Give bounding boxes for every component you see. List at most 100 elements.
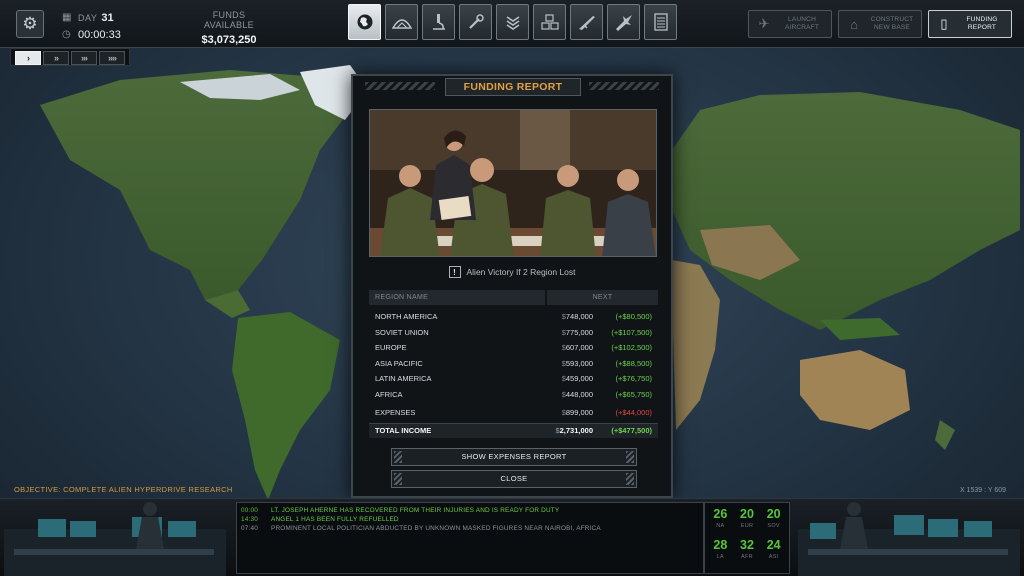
region-funding: 459,000 bbox=[565, 374, 593, 384]
total-income-amount: 2,731,000 bbox=[559, 426, 593, 436]
warning-icon: ! bbox=[448, 266, 461, 278]
count-value: 26 bbox=[713, 507, 728, 521]
main-nav-tabs bbox=[348, 4, 677, 40]
region-funding: 607,000 bbox=[565, 343, 593, 353]
tab-aircraft[interactable] bbox=[607, 4, 640, 40]
tab-geoscape[interactable] bbox=[348, 4, 381, 40]
crane-icon: ⌂ bbox=[850, 16, 858, 32]
expenses-next-change: (+$44,000) bbox=[615, 408, 653, 418]
event-log[interactable]: 00:00 LT. JOSEPH AHERNE HAS RECOVERED FR… bbox=[236, 502, 704, 574]
tab-hangar[interactable] bbox=[385, 4, 418, 40]
count-region: SOV bbox=[767, 523, 780, 529]
tab-armory[interactable] bbox=[570, 4, 603, 40]
cursor-coordinates: X 1539 : Y 609 bbox=[959, 487, 1006, 494]
table-row: SOVIET UNION $775,000 (+$107,500) bbox=[369, 325, 658, 341]
africa-landmass bbox=[672, 260, 720, 430]
funding-report-label-1: FUNDING bbox=[966, 16, 998, 23]
settings-gear-icon[interactable]: ⚙ bbox=[16, 10, 44, 38]
speed-1-button[interactable]: › bbox=[15, 51, 41, 65]
region-count-afr: 32 AFR bbox=[734, 538, 761, 569]
region-name: ASIA PACIFIC bbox=[375, 358, 423, 368]
region-count-asi: 24 ASI bbox=[760, 538, 787, 569]
count-region: LA bbox=[716, 554, 724, 560]
region-next-change: (+$88,500) bbox=[615, 358, 653, 368]
expenses-row: EXPENSES $899,000 (+$44,000) bbox=[369, 405, 658, 421]
count-value: 28 bbox=[713, 538, 728, 552]
funding-report-dialog: FUNDING REPORT ! Alien Victory If 2 Regi… bbox=[351, 74, 673, 498]
right-operator-console-art bbox=[798, 502, 1020, 576]
log-time: 00:00 bbox=[241, 507, 258, 514]
new-zealand-landmass bbox=[935, 420, 955, 450]
base-grid-icon bbox=[540, 14, 559, 30]
north-america-landmass bbox=[40, 70, 350, 300]
funding-table: REGION NAME NEXT NORTH AMERICA $748,000 … bbox=[369, 290, 658, 438]
region-next-change: (+$76,750) bbox=[615, 374, 653, 384]
region-funding: 593,000 bbox=[565, 358, 593, 368]
hangar-icon bbox=[391, 19, 412, 29]
log-time: 14:30 bbox=[241, 516, 258, 523]
log-message: LT. JOSEPH AHERNE HAS RECOVERED FROM THE… bbox=[271, 507, 560, 514]
speed-3-button[interactable]: ››› bbox=[71, 51, 97, 65]
alien-victory-warning: ! Alien Victory If 2 Region Lost bbox=[353, 266, 671, 278]
clock-icon: ◷ bbox=[62, 29, 71, 40]
region-name: NORTH AMERICA bbox=[375, 312, 438, 322]
region-next-change: (+$65,750) bbox=[615, 389, 653, 399]
speed-4-button[interactable]: ›››› bbox=[99, 51, 125, 65]
microscope-icon bbox=[432, 14, 445, 30]
table-header: REGION NAME NEXT bbox=[369, 290, 658, 305]
region-name: AFRICA bbox=[375, 389, 403, 399]
count-value: 20 bbox=[740, 507, 754, 521]
tab-engineering[interactable] bbox=[459, 4, 492, 40]
day-value: 31 bbox=[101, 11, 114, 24]
total-next-change: (+$477,500) bbox=[611, 426, 652, 436]
tab-research[interactable] bbox=[422, 4, 455, 40]
region-count-eur: 20 EUR bbox=[734, 507, 761, 538]
date-time-display: ▦ DAY 31 ◷ 00:00:33 bbox=[62, 10, 182, 44]
phone-icon: ▯ bbox=[940, 16, 948, 31]
left-operator-console-art bbox=[4, 502, 226, 576]
region-name: EUROPE bbox=[375, 343, 407, 353]
council-illustration bbox=[369, 109, 657, 257]
time-speed-controls: › ›› ››› ›››› bbox=[10, 48, 130, 66]
speed-2-button[interactable]: ›› bbox=[43, 51, 69, 65]
tab-base[interactable] bbox=[533, 4, 566, 40]
eurasia-landmass bbox=[672, 92, 1020, 330]
objective-text: OBJECTIVE: COMPLETE ALIEN HYPERDRIVE RES… bbox=[14, 485, 233, 494]
indonesia-landmass bbox=[820, 318, 900, 340]
show-expenses-report-button[interactable]: SHOW EXPENSES REPORT bbox=[391, 448, 637, 466]
region-funding: 775,000 bbox=[565, 327, 593, 337]
funds-display: FUNDS AVAILABLE $3,073,250 bbox=[190, 10, 268, 46]
construct-base-button[interactable]: ⌂ CONSTRUCT NEW BASE bbox=[838, 10, 922, 38]
day-label: DAY bbox=[78, 12, 98, 23]
region-count-sov: 20 SOV bbox=[760, 507, 787, 538]
funds-label: FUNDS AVAILABLE bbox=[204, 10, 254, 30]
tab-archives[interactable] bbox=[644, 4, 677, 40]
count-value: 20 bbox=[766, 507, 781, 521]
globe-icon bbox=[357, 14, 372, 30]
calendar-icon: ▦ bbox=[62, 12, 72, 23]
dialog-title: FUNDING REPORT bbox=[445, 78, 581, 96]
rifle-icon bbox=[578, 16, 595, 30]
region-name: LATIN AMERICA bbox=[375, 374, 432, 384]
col-region-name: REGION NAME bbox=[369, 290, 545, 305]
launch-aircraft-button[interactable]: ✈ LAUNCH AIRCRAFT bbox=[748, 10, 832, 38]
jet-icon bbox=[615, 15, 632, 31]
funds-value: $3,073,250 bbox=[201, 34, 257, 46]
table-row: EUROPE $607,000 (+$102,500) bbox=[369, 340, 658, 356]
total-income-row: TOTAL INCOME $2,731,000 (+$477,500) bbox=[369, 422, 658, 438]
funding-report-label-2: REPORT bbox=[967, 24, 997, 31]
tab-soldiers[interactable] bbox=[496, 4, 529, 40]
table-row: NORTH AMERICA $748,000 (+$80,500) bbox=[369, 309, 658, 325]
close-button[interactable]: CLOSE bbox=[391, 470, 637, 488]
expenses-label: EXPENSES bbox=[375, 408, 416, 418]
count-value: 32 bbox=[740, 538, 754, 552]
expenses-amount: 899,000 bbox=[565, 408, 593, 418]
funding-report-button[interactable]: ▯ FUNDING REPORT bbox=[928, 10, 1012, 38]
wrench-icon bbox=[468, 14, 484, 29]
total-income-label: TOTAL INCOME bbox=[375, 426, 432, 436]
south-america-landmass bbox=[232, 312, 340, 500]
australia-landmass bbox=[800, 350, 910, 430]
log-entry: 00:00 LT. JOSEPH AHERNE HAS RECOVERED FR… bbox=[241, 506, 699, 515]
log-message: ANGEL 1 HAS BEEN FULLY REFUELLED bbox=[271, 516, 399, 523]
table-row: ASIA PACIFIC $593,000 (+$88,500) bbox=[369, 356, 658, 372]
